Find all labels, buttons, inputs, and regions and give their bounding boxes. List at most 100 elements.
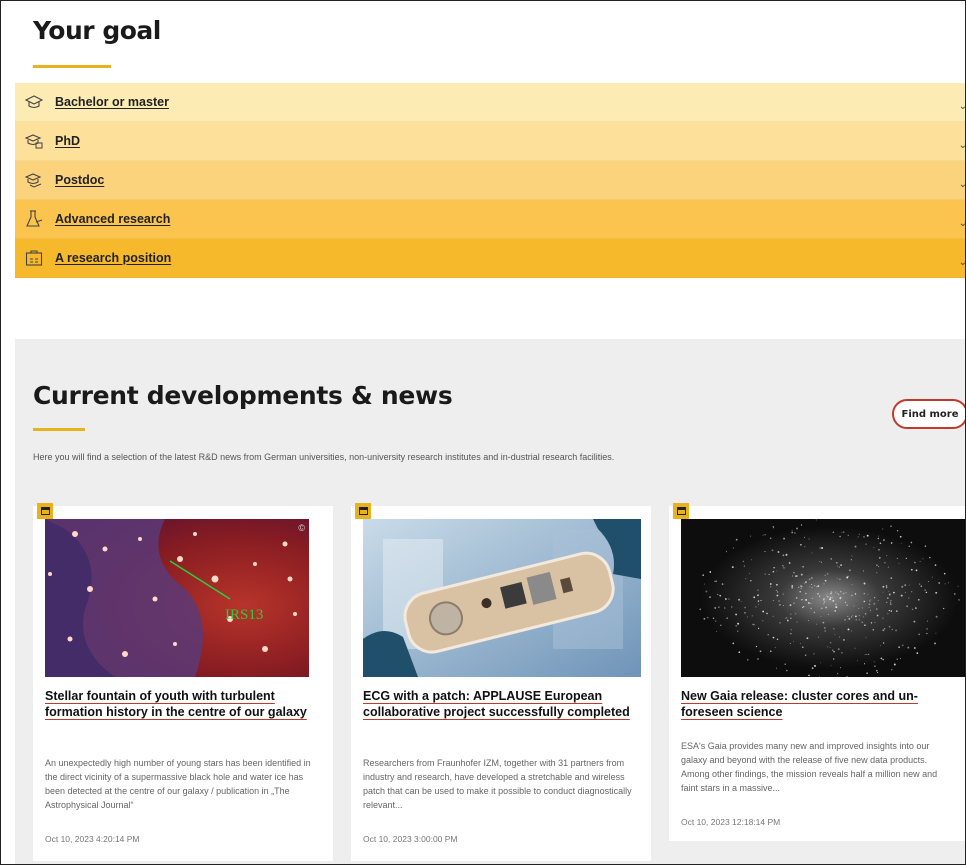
news-card[interactable]: ECG with a patch: APPLAUSE European coll… [351,503,651,861]
star-dot [800,544,802,546]
star-dot [790,613,792,615]
star-dot [724,607,726,609]
star-dot [834,634,836,636]
star-dot [801,606,804,609]
star-dot [762,610,765,613]
goal-item-advanced-research[interactable]: Advanced research ⌄ [15,200,965,239]
star-dot [885,601,888,604]
star-dot [822,621,825,624]
goal-item-phd[interactable]: PhD ⌄ [15,122,965,161]
find-more-button[interactable]: Find more [892,399,965,429]
news-card-image[interactable] [681,519,965,677]
star-dot [885,585,888,587]
flask-icon [25,210,43,228]
star-dot [872,628,875,631]
news-card-description: ESA's Gaia provides many new and improve… [681,741,938,793]
star-dot [882,617,884,619]
star-dot [793,640,794,642]
star-dot [786,619,789,622]
goal-item-research-position[interactable]: A research position ⌄ [15,239,965,278]
star-dot [858,614,860,617]
star-dot [803,536,805,538]
star-dot [796,527,798,530]
star-dot [772,527,774,529]
star-dot [870,622,873,624]
star-dot [760,599,762,602]
star-dot [914,561,916,564]
goal-item-postdoc[interactable]: Postdoc ⌄ [15,161,965,200]
news-card-title[interactable]: New Gaia release: cluster cores and un-f… [681,688,953,720]
chevron-down-icon[interactable]: ⌄ [959,257,965,268]
star-dot [775,667,777,669]
star-dot [842,592,845,595]
star-dot [944,583,946,585]
star-dot [846,576,849,579]
star-dot [895,629,898,632]
copyright-icon[interactable]: © [298,523,305,533]
news-card-title[interactable]: Stellar fountain of youth with turbulent… [45,688,317,720]
news-card-image[interactable] [363,519,641,677]
star-dot [782,593,784,595]
star-dot [927,580,929,583]
star-dot [858,607,860,609]
star-dot [890,610,892,612]
star-dot [882,642,885,644]
star-dot [862,616,864,618]
star-dot [910,568,913,571]
star-dot [845,592,847,594]
star-dot [790,617,792,619]
star-dot [854,647,856,649]
goal-item-label[interactable]: Advanced research [55,212,170,226]
star-dot [811,667,814,670]
news-card[interactable]: New Gaia release: cluster cores and un-f… [669,503,965,841]
star-dot [926,632,928,635]
star-dot [888,609,890,612]
star-dot [791,586,794,589]
star-dot [868,606,870,608]
news-card[interactable]: IRS13 © Stellar fountain of youth with t… [33,503,333,861]
star-dot [833,628,835,630]
star-dot [709,596,711,599]
chevron-down-icon[interactable]: ⌄ [959,140,965,151]
star-dot [782,554,785,557]
star-dot [844,601,847,604]
star-dot [908,584,910,586]
chevron-down-icon[interactable]: ⌄ [959,179,965,190]
star-dot [705,590,708,593]
star-dot [820,662,822,664]
goal-item-bachelor-or-master[interactable]: Bachelor or master ⌄ [15,83,965,122]
star-dot [924,545,927,547]
star-dot [915,569,918,572]
chevron-down-icon[interactable]: ⌄ [959,101,965,112]
star-dot [861,621,864,624]
star-dot [702,574,704,576]
chevron-down-icon[interactable]: ⌄ [959,218,965,229]
star-dot [958,599,960,601]
goal-item-label[interactable]: A research position [55,251,171,265]
star-dot [833,650,835,653]
goal-item-label[interactable]: Postdoc [55,173,104,187]
star-dot [875,669,878,672]
star-dot [801,599,803,601]
star-dot [842,531,845,533]
star-dot [732,547,734,549]
star-dot [802,606,805,608]
star-dot [838,566,840,568]
star-dot [863,582,866,585]
star-dot [816,623,818,625]
goal-item-label[interactable]: Bachelor or master [55,95,169,109]
star-dot [850,616,853,618]
star-dot [830,592,832,595]
star-dot [794,532,796,534]
star-dot [880,657,883,660]
news-card-image[interactable]: IRS13 © [45,519,309,677]
star-dot [856,659,858,661]
news-card-title[interactable]: ECG with a patch: APPLAUSE European coll… [363,688,635,720]
star-dot [908,545,910,547]
star-dot [830,558,833,560]
star-dot [850,594,853,597]
star-dot [766,612,768,615]
star-dot [873,547,875,548]
star-dot [886,555,888,557]
goal-item-label[interactable]: PhD [55,134,80,148]
